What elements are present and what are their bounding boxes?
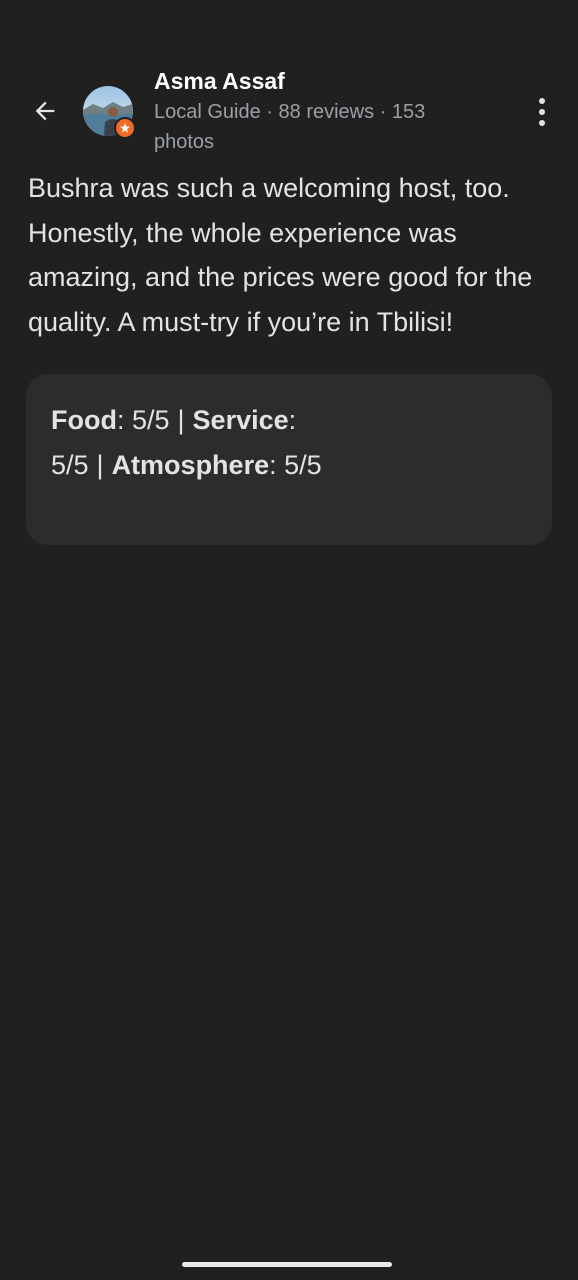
local-guide-badge xyxy=(114,117,136,139)
arrow-back-icon xyxy=(35,101,55,121)
food-label: Food xyxy=(51,405,117,435)
local-guide-star-icon xyxy=(120,123,130,133)
rating-separator: | xyxy=(177,405,185,435)
more-options-button[interactable] xyxy=(530,94,554,130)
author-name[interactable]: Asma Assaf xyxy=(154,68,285,95)
rating-separator: | xyxy=(96,450,104,480)
more-vert-icon xyxy=(539,98,545,104)
review-header: Asma Assaf Local Guide · 88 reviews · 15… xyxy=(0,60,578,160)
service-label: Service xyxy=(192,405,289,435)
home-indicator[interactable] xyxy=(182,1262,392,1267)
review-text: Bushra was such a welcoming host, too. H… xyxy=(28,173,533,337)
ratings-summary: Food: 5/5 | Service: 5/5 | Atmosphere: 5/5 xyxy=(51,398,351,488)
atmosphere-value: : 5/5 xyxy=(269,450,322,480)
ratings-card: Food: 5/5 | Service: 5/5 | Atmosphere: 5/5 xyxy=(26,374,552,545)
food-value: : 5/5 xyxy=(116,405,170,435)
back-button[interactable] xyxy=(24,90,66,132)
atmosphere-label: Atmosphere xyxy=(111,450,270,480)
avatar[interactable] xyxy=(83,86,136,139)
author-meta: Local Guide · 88 reviews · 153 photos xyxy=(154,101,426,153)
